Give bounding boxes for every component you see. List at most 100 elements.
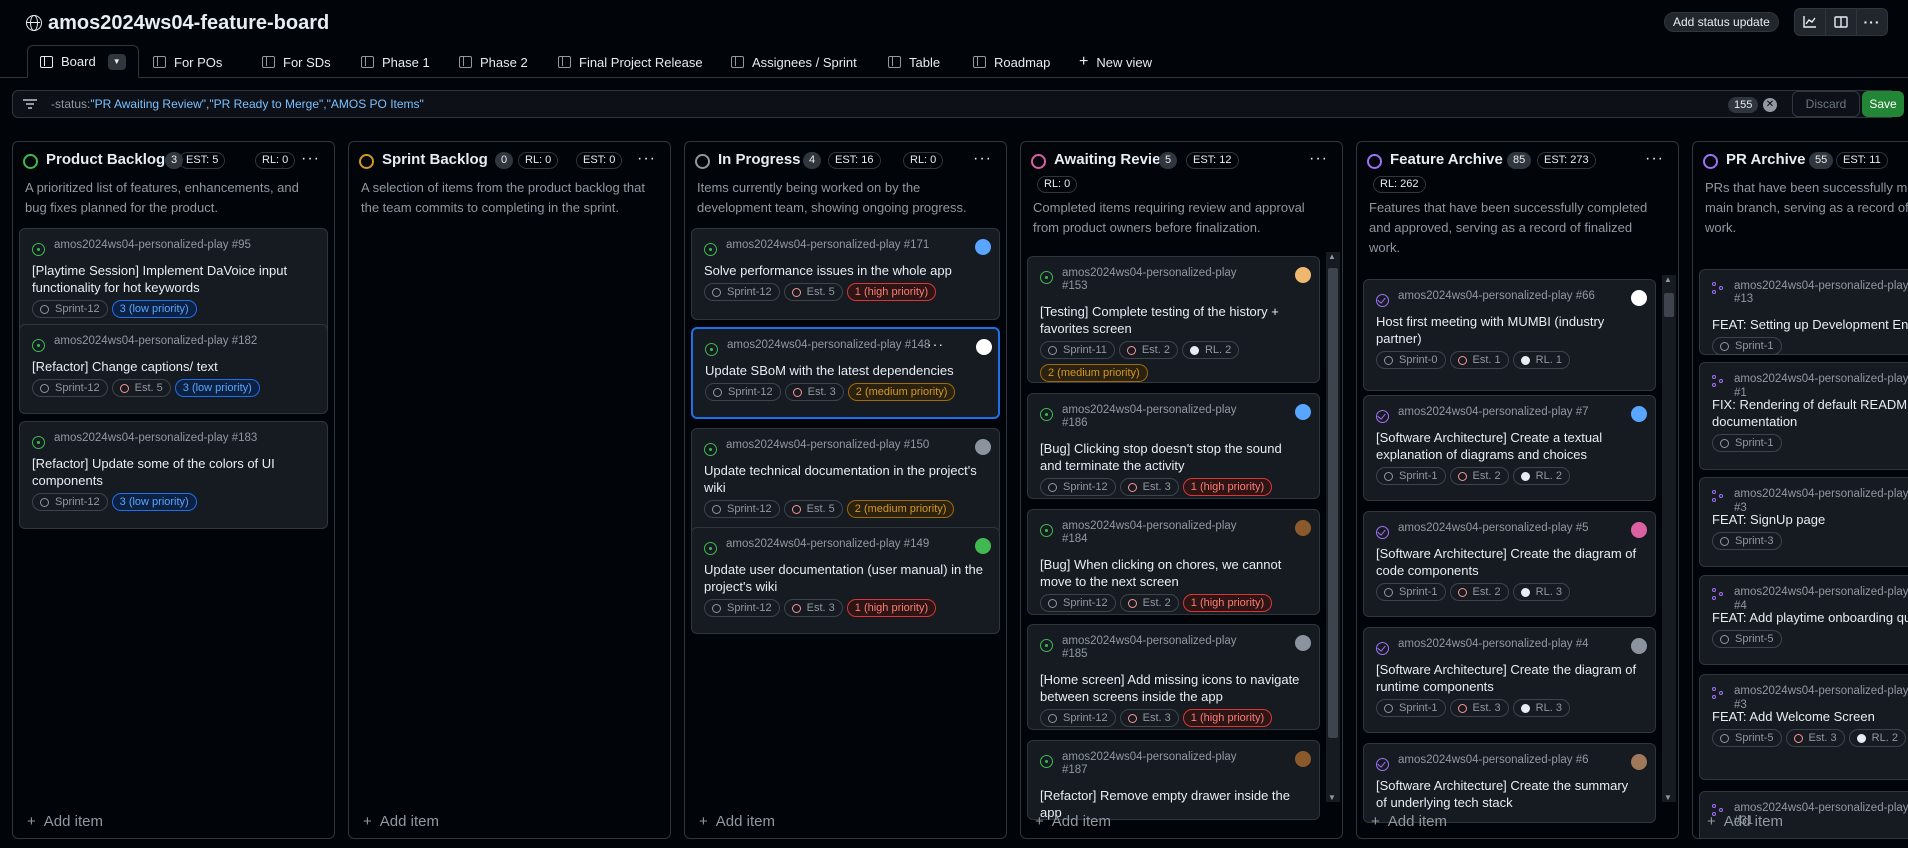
scrollbar-thumb[interactable] bbox=[1664, 293, 1674, 317]
card-label[interactable]: 3 (low priority) bbox=[111, 300, 197, 318]
issue-card[interactable]: amos2024ws04-personalized-play #66 Host f… bbox=[1363, 279, 1656, 391]
card-reference[interactable]: amos2024ws04-personalized-play #6 bbox=[1398, 753, 1589, 767]
card-label[interactable]: RL. 3 bbox=[1512, 699, 1570, 717]
scroll-down-icon[interactable]: ▼ bbox=[1664, 793, 1672, 802]
card-title[interactable]: Update user documentation (user manual) … bbox=[704, 561, 983, 578]
tab-for-pos[interactable]: For POs bbox=[153, 46, 222, 78]
scroll-up-icon[interactable]: ▲ bbox=[1664, 275, 1672, 284]
card-label[interactable]: 2 (medium priority) bbox=[1040, 364, 1148, 382]
card-label[interactable]: Sprint-1 bbox=[1712, 434, 1782, 452]
assignee-avatar[interactable] bbox=[973, 437, 993, 457]
card-reference[interactable]: #184 bbox=[1062, 532, 1088, 546]
card-title[interactable]: explanation of diagrams and choices bbox=[1376, 446, 1587, 463]
card-title[interactable]: [Refactor] Update some of the colors of … bbox=[32, 455, 275, 472]
card-reference[interactable]: amos2024ws04-personalized-play #95 bbox=[54, 238, 251, 252]
tab-for-sds[interactable]: For SDs bbox=[262, 46, 331, 78]
card-title[interactable]: [Testing] Complete testing of the histor… bbox=[1040, 303, 1279, 320]
card-title[interactable]: functionality for hot keywords bbox=[32, 279, 200, 296]
card-title[interactable]: documentation bbox=[1712, 413, 1797, 430]
card-menu-icon[interactable]: ··· bbox=[927, 336, 944, 352]
issue-card[interactable]: amos2024ws04-personalized-play #6 [Softwa… bbox=[1363, 743, 1656, 823]
card-title[interactable]: FEAT: Add playtime onboarding questions bbox=[1712, 609, 1908, 626]
issue-card[interactable]: amos2024ws04-personalized-play #153 [Testi… bbox=[1027, 256, 1320, 383]
issue-card[interactable]: amos2024ws04-personalized-play #185 [Home … bbox=[1027, 624, 1320, 730]
card-label[interactable]: Sprint-12 bbox=[32, 493, 108, 511]
issue-card[interactable]: amos2024ws04-personalized-play #1 FIX: Re… bbox=[1699, 362, 1908, 470]
card-title[interactable]: Solve performance issues in the whole ap… bbox=[704, 262, 952, 279]
card-reference[interactable]: amos2024ws04-personalized-play #150 bbox=[726, 438, 929, 452]
card-label[interactable]: Sprint-12 bbox=[705, 383, 781, 401]
add-item-button[interactable]: + Add item bbox=[1707, 813, 1791, 830]
issue-card[interactable]: amos2024ws04-personalized-play #7 [Softwa… bbox=[1363, 395, 1656, 501]
card-reference[interactable]: #153 bbox=[1062, 279, 1088, 293]
card-reference[interactable]: amos2024ws04-personalized-play #148 bbox=[727, 338, 930, 352]
card-label[interactable]: Est. 1 bbox=[1449, 351, 1509, 369]
card-title[interactable]: of underlying tech stack bbox=[1376, 794, 1513, 811]
card-reference[interactable]: amos2024ws04-personalized-play bbox=[1734, 279, 1908, 293]
scrollbar-thumb[interactable] bbox=[1328, 268, 1338, 738]
card-label[interactable]: Sprint-0 bbox=[1376, 351, 1446, 369]
assignee-avatar[interactable] bbox=[1293, 749, 1313, 769]
issue-card[interactable]: amos2024ws04-personalized-play #4 FEAT: A… bbox=[1699, 575, 1908, 665]
issue-card[interactable]: amos2024ws04-personalized-play #187 [Refac… bbox=[1027, 740, 1320, 820]
issue-card[interactable]: amos2024ws04-personalized-play #13 FEAT: S… bbox=[1699, 269, 1908, 355]
issue-card[interactable]: amos2024ws04-personalized-play #182 [Refa… bbox=[19, 324, 328, 414]
column-menu-icon[interactable]: ··· bbox=[1645, 151, 1664, 167]
card-title[interactable]: between screens inside the app bbox=[1040, 688, 1223, 705]
assignee-avatar[interactable] bbox=[1629, 752, 1649, 772]
card-label[interactable]: 1 (high priority) bbox=[1182, 709, 1273, 727]
issue-card[interactable]: amos2024ws04-personalized-play #150 Updat… bbox=[691, 428, 1000, 535]
scroll-up-icon[interactable]: ▲ bbox=[1328, 252, 1336, 261]
issue-card[interactable]: amos2024ws04-personalized-play #186 [Bug] … bbox=[1027, 393, 1320, 499]
chevron-down-icon[interactable]: ▼ bbox=[107, 53, 126, 70]
card-label[interactable]: Sprint-5 bbox=[1712, 630, 1782, 648]
card-label[interactable]: Sprint-12 bbox=[1040, 709, 1116, 727]
assignee-avatar[interactable] bbox=[1629, 636, 1649, 656]
assignee-avatar[interactable] bbox=[1293, 633, 1313, 653]
card-label[interactable]: Sprint-12 bbox=[704, 500, 780, 518]
card-title[interactable]: components bbox=[32, 472, 103, 489]
card-label[interactable]: 1 (high priority) bbox=[1182, 594, 1273, 612]
issue-card[interactable]: amos2024ws04-personalized-play #148 ··· Up… bbox=[691, 327, 1000, 419]
assignee-avatar[interactable] bbox=[973, 536, 993, 556]
card-label[interactable]: Est. 5 bbox=[111, 379, 171, 397]
card-title[interactable]: Host first meeting with MUMBI (industry bbox=[1376, 313, 1604, 330]
column-scrollbar[interactable]: ▲ ▼ bbox=[1662, 275, 1676, 802]
project-title[interactable]: amos2024ws04-feature-board bbox=[48, 12, 329, 35]
card-reference[interactable]: amos2024ws04-personalized-play #66 bbox=[1398, 289, 1595, 303]
card-label[interactable]: 1 (high priority) bbox=[846, 283, 937, 301]
scroll-down-icon[interactable]: ▼ bbox=[1328, 793, 1336, 802]
issue-card[interactable]: amos2024ws04-personalized-play #184 [Bug] … bbox=[1027, 509, 1320, 615]
add-item-button[interactable]: + Add item bbox=[363, 813, 447, 830]
assignee-avatar[interactable] bbox=[1629, 404, 1649, 424]
card-label[interactable]: 2 (medium priority) bbox=[847, 383, 956, 401]
card-label[interactable]: Sprint-3 bbox=[1712, 532, 1782, 550]
card-label[interactable]: Est. 3 bbox=[1119, 478, 1179, 496]
issue-card[interactable]: amos2024ws04-personalized-play #149 Updat… bbox=[691, 527, 1000, 634]
column-menu-icon[interactable]: ··· bbox=[1309, 151, 1328, 167]
card-title[interactable]: code components bbox=[1376, 562, 1479, 579]
tab-final-project-release[interactable]: Final Project Release bbox=[558, 46, 703, 78]
save-button[interactable]: Save bbox=[1862, 91, 1904, 117]
card-reference[interactable]: amos2024ws04-personalized-play bbox=[1062, 266, 1237, 280]
card-title[interactable]: FEAT: Base App navigation and User bbox=[1712, 838, 1908, 839]
clear-filter-icon[interactable]: ✕ bbox=[1763, 98, 1777, 112]
add-item-button[interactable]: + Add item bbox=[1371, 813, 1455, 830]
card-label[interactable]: 2 (medium priority) bbox=[846, 500, 955, 518]
card-label[interactable]: Est. 2 bbox=[1118, 341, 1178, 359]
side-panel-icon[interactable] bbox=[1825, 8, 1857, 36]
card-title[interactable]: move to the next screen bbox=[1040, 573, 1179, 590]
assignee-avatar[interactable] bbox=[1629, 520, 1649, 540]
card-title[interactable]: [Refactor] Remove empty drawer inside th… bbox=[1040, 787, 1290, 804]
card-label[interactable]: Est. 3 bbox=[784, 383, 844, 401]
card-title[interactable]: wiki bbox=[704, 479, 726, 496]
card-label[interactable]: Sprint-1 bbox=[1712, 337, 1782, 355]
card-reference[interactable]: amos2024ws04-personalized-play #4 bbox=[1398, 637, 1589, 651]
card-title[interactable]: favorites screen bbox=[1040, 320, 1132, 337]
card-reference[interactable]: #185 bbox=[1062, 647, 1088, 661]
card-title[interactable]: [Bug] Clicking stop doesn't stop the sou… bbox=[1040, 440, 1282, 457]
add-status-update-button[interactable]: Add status update bbox=[1664, 12, 1779, 32]
card-title[interactable]: runtime components bbox=[1376, 678, 1494, 695]
card-label[interactable]: Sprint-11 bbox=[1040, 341, 1115, 359]
card-title[interactable]: [Software Architecture] Create a textual bbox=[1376, 429, 1602, 446]
